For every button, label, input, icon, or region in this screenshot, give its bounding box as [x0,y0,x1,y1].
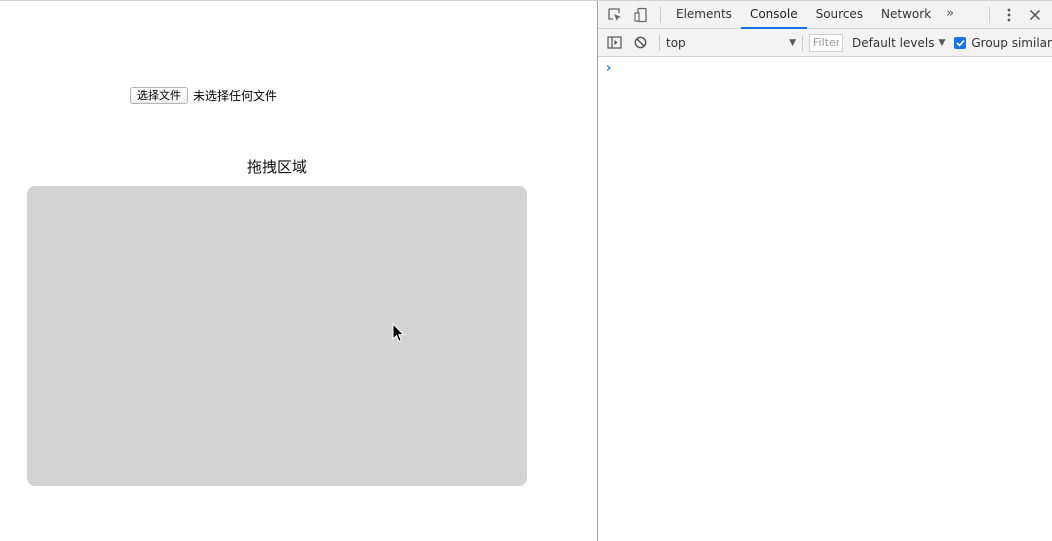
more-tabs-icon[interactable]: » [940,1,960,28]
drop-zone-title: 拖拽区域 [246,158,307,176]
drop-zone[interactable] [27,186,527,486]
toolbar-separator [659,34,660,51]
page-viewport: 选择文件 未选择任何文件 拖拽区域 [0,1,597,541]
sidebar-toggle-icon[interactable] [601,29,627,56]
inspect-element-icon[interactable] [602,1,628,28]
mouse-cursor-icon [392,323,405,343]
file-input[interactable]: 选择文件 未选择任何文件 [130,87,277,104]
context-selector[interactable]: top ▼ [666,36,800,50]
console-toolbar: top ▼ Default levels ▼ Group similar [598,29,1052,57]
tab-network[interactable]: Network [872,1,940,28]
group-similar-toggle[interactable]: Group similar [954,36,1052,50]
dropdown-arrow-icon: ▼ [789,37,796,48]
clear-console-icon[interactable] [627,29,653,56]
filter-input[interactable] [809,33,843,52]
checkmark-icon [956,39,965,47]
group-similar-label: Group similar [971,35,1052,50]
devtools-main-toolbar: Elements Console Sources Network » [598,1,1052,29]
tab-console[interactable]: Console [740,1,807,29]
tab-elements[interactable]: Elements [667,1,741,28]
devtools-panel: Elements Console Sources Network » top ▼… [597,1,1052,541]
device-toolbar-icon[interactable] [628,1,654,28]
dropdown-arrow-icon: ▼ [938,37,946,48]
group-similar-checkbox[interactable] [954,36,967,49]
console-prompt-row[interactable]: › [598,57,1052,79]
toolbar-separator [660,6,661,23]
choose-file-button[interactable]: 选择文件 [130,87,188,104]
tab-sources[interactable]: Sources [807,1,872,28]
prompt-chevron-icon: › [606,60,612,76]
close-icon[interactable] [1022,1,1048,28]
toolbar-separator [802,34,803,51]
log-levels-label: Default levels [852,35,935,50]
file-status-text: 未选择任何文件 [193,89,278,103]
log-levels-dropdown[interactable]: Default levels ▼ [852,36,945,50]
kebab-menu-icon[interactable] [996,1,1022,28]
context-label: top [666,35,686,50]
toolbar-separator [989,6,990,23]
